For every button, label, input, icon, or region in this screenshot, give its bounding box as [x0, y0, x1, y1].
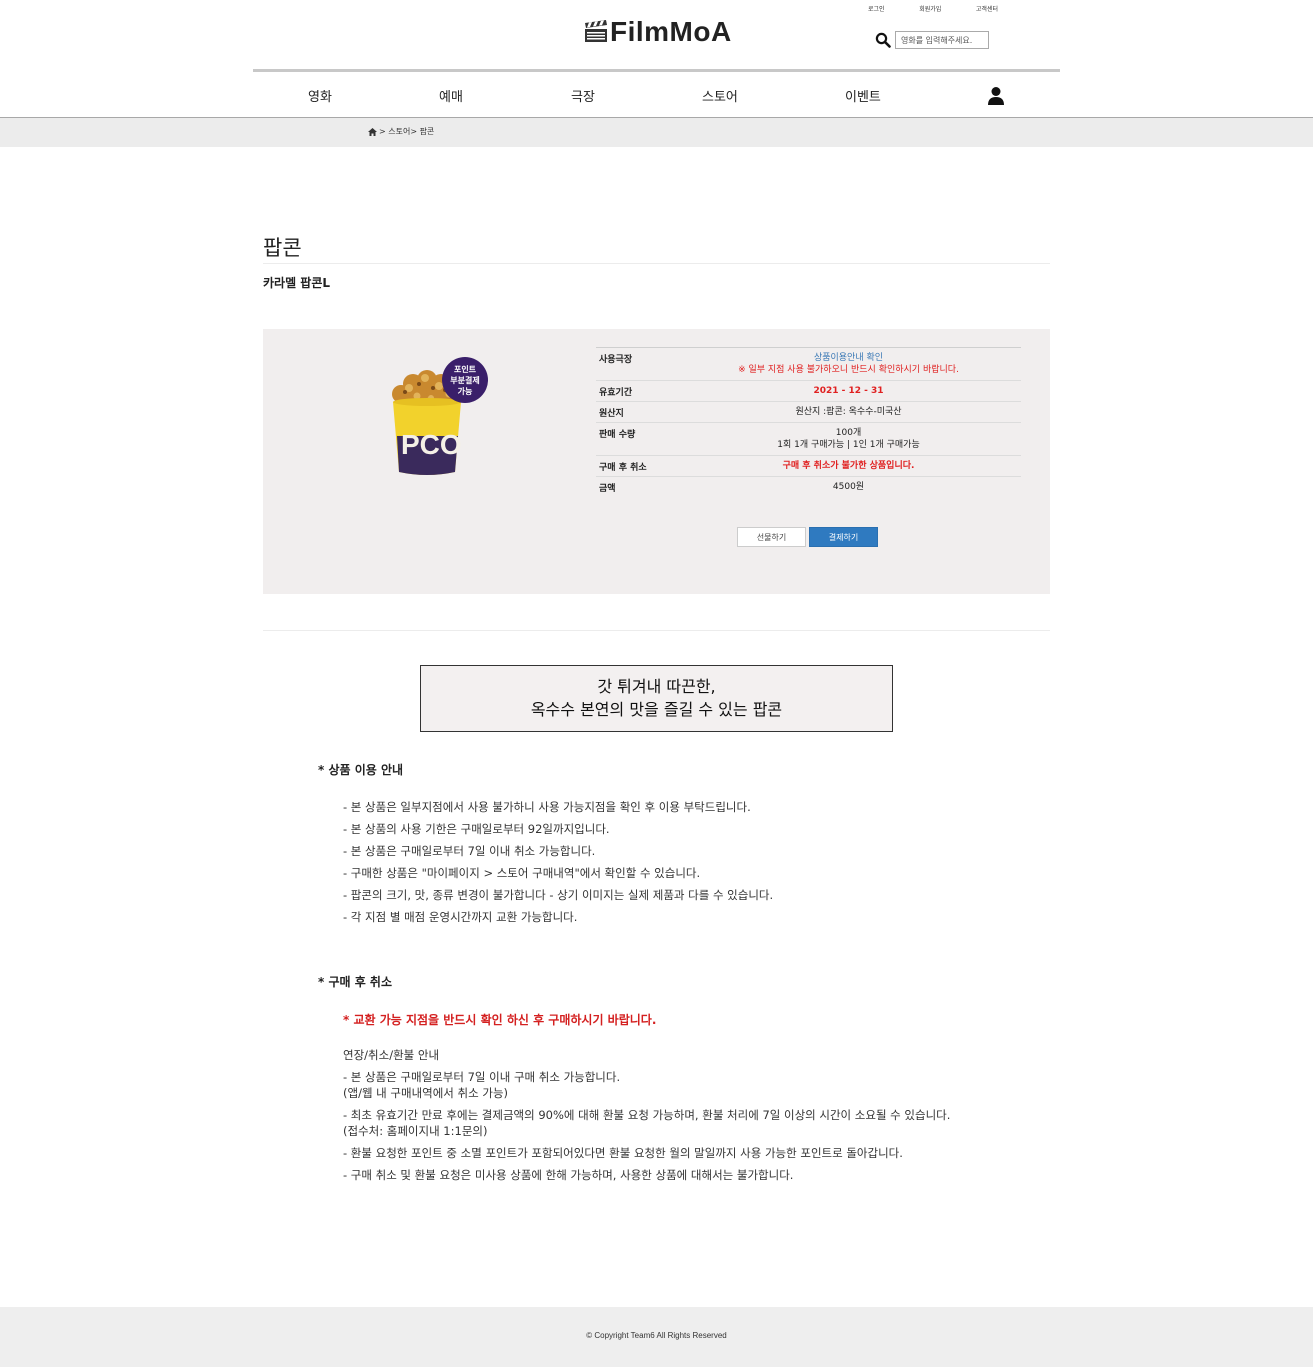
info-label: 판매 수량 — [599, 430, 636, 440]
home-icon[interactable] — [368, 127, 377, 136]
cancel-section-title: * 구매 후 취소 — [318, 975, 393, 989]
logo-text: FilmMoA — [610, 16, 732, 47]
list-item: - 본 상품의 사용 기한은 구매일로부터 92일까지입니다. — [343, 822, 610, 836]
copyright-text: © Copyright Team6 All Rights Reserved — [586, 1331, 727, 1340]
clapperboard-icon — [585, 20, 607, 42]
list-item: - 환불 요청한 포인트 중 소멸 포인트가 포함되어있다면 환불 요청한 월의… — [343, 1146, 903, 1160]
user-icon[interactable] — [986, 86, 1006, 106]
info-label: 구매 후 취소 — [599, 463, 647, 473]
info-row-origin: 원산지 원산지 :팝콘: 옥수수-미국산 — [596, 401, 1021, 422]
login-link[interactable]: 로그인 — [868, 4, 885, 13]
info-row-cancel: 구매 후 취소 구매 후 취소가 불가한 상품입니다. — [596, 455, 1021, 476]
header-divider — [253, 69, 1060, 72]
main-nav: 영화 예매 극장 스토어 이벤트 — [253, 86, 1060, 106]
list-item: - 구매 취소 및 환불 요청은 미사용 상품에 한해 가능하며, 사용한 상품… — [343, 1168, 794, 1182]
list-item: - 각 지점 별 매점 운영시간까지 교환 가능합니다. — [343, 910, 578, 924]
quantity-value: 100개 — [835, 428, 862, 438]
info-row-quantity: 판매 수량 100개 1회 1개 구매가능 | 1인 1개 구매가능 — [596, 422, 1021, 455]
title-divider — [263, 263, 1050, 264]
info-label: 금액 — [599, 484, 616, 494]
list-item: - 최초 유효기간 만료 후에는 결제금액의 90%에 대해 환불 요청 가능하… — [343, 1108, 951, 1122]
info-row-theater: 사용극장 상품이용안내 확인 ※ 일부 지점 사용 불가하오니 반드시 확인하시… — [596, 347, 1021, 380]
usage-guide-link[interactable]: 상품이용안내 확인 — [676, 352, 1021, 364]
svg-text:PCO: PCO — [401, 429, 462, 460]
usage-guide-list: - 본 상품은 일부지점에서 사용 불가하니 사용 가능지점을 확인 후 이용 … — [343, 796, 773, 928]
list-item: - 본 상품은 구매일로부터 7일 이내 취소 가능합니다. — [343, 844, 596, 858]
badge-line-3: 가능 — [458, 386, 473, 396]
breadcrumb: > 스토어> 팝콘 — [368, 126, 434, 137]
gift-button[interactable]: 선물하기 — [737, 527, 806, 547]
product-panel: PCO 포인트 부분결제 가능 사용극장 상품이용안내 확인 ※ 일부 지점 사… — [263, 329, 1050, 594]
cancel-warning: * 교환 가능 지점을 반드시 확인 하신 후 구매하시기 바랍니다. — [343, 1013, 657, 1027]
top-links: 로그인 회원가입 고객센터 — [868, 4, 998, 13]
footer: © Copyright Team6 All Rights Reserved — [0, 1307, 1313, 1367]
list-item: - 본 상품은 구매일로부터 7일 이내 구매 취소 가능합니다. — [343, 1070, 621, 1084]
badge-line-2: 부분결제 — [450, 375, 479, 385]
expiry-date: 2021 - 12 - 31 — [813, 386, 884, 396]
info-label: 사용극장 — [599, 355, 633, 365]
list-item-note: (접수처: 홈페이지내 1:1문의) — [343, 1124, 488, 1138]
badge-line-1: 포인트 — [454, 364, 477, 374]
slogan-line-1: 갓 튀겨내 따끈한, — [597, 677, 716, 696]
info-row-price: 금액 4500원 — [596, 476, 1021, 497]
nav-item-store[interactable]: 스토어 — [702, 86, 738, 105]
list-item: - 팝콘의 크기, 맛, 종류 변경이 불가합니다 - 상기 이미지는 실제 제… — [343, 888, 774, 902]
info-row-expiry: 유효기간 2021 - 12 - 31 — [596, 380, 1021, 401]
product-info-table: 사용극장 상품이용안내 확인 ※ 일부 지점 사용 불가하오니 반드시 확인하시… — [596, 347, 1021, 497]
search-bar — [875, 31, 989, 49]
slogan-line-2: 옥수수 본연의 맛을 즐길 수 있는 팝콘 — [530, 700, 783, 719]
list-item: - 본 상품은 일부지점에서 사용 불가하니 사용 가능지점을 확인 후 이용 … — [343, 800, 751, 814]
site-logo[interactable]: FilmMoA — [584, 16, 732, 48]
slogan-box: 갓 튀겨내 따끈한, 옥수수 본연의 맛을 즐길 수 있는 팝콘 — [420, 665, 893, 732]
info-label: 유효기간 — [599, 388, 633, 398]
refund-guide: 연장/취소/환불 안내 - 본 상품은 구매일로부터 7일 이내 구매 취소 가… — [343, 1047, 950, 1183]
breadcrumb-path: > 스토어> 팝콘 — [379, 127, 435, 136]
customer-center-link[interactable]: 고객센터 — [976, 4, 998, 13]
refund-heading: 연장/취소/환불 안내 — [343, 1048, 440, 1062]
nav-item-booking[interactable]: 예매 — [439, 86, 463, 105]
nav-item-theater[interactable]: 극장 — [571, 86, 595, 105]
signup-link[interactable]: 회원가입 — [919, 4, 941, 13]
theater-warning: ※ 일부 지점 사용 불가하오니 반드시 확인하시기 바랍니다. — [738, 365, 959, 375]
search-input[interactable] — [895, 31, 989, 49]
info-label: 원산지 — [599, 409, 624, 419]
search-icon[interactable] — [875, 32, 891, 48]
list-item: - 구매한 상품은 "마이페이지 > 스토어 구매내역"에서 확인할 수 있습니… — [343, 866, 701, 880]
page-title: 팝콘 — [263, 236, 302, 260]
section-divider — [263, 630, 1050, 631]
usage-guide-title: * 상품 이용 안내 — [318, 763, 404, 777]
product-name: 카라멜 팝콘L — [263, 276, 331, 290]
quantity-limit: 1회 1개 구매가능 | 1인 1개 구매가능 — [777, 440, 920, 450]
list-item-note: (앱/웹 내 구매내역에서 취소 가능) — [343, 1086, 509, 1100]
popcorn-product-image: PCO 포인트 부분결제 가능 — [392, 357, 488, 475]
breadcrumb-bar: > 스토어> 팝콘 — [0, 117, 1313, 147]
cancel-policy: 구매 후 취소가 불가한 상품입니다. — [782, 461, 915, 471]
origin-value: 원산지 :팝콘: 옥수수-미국산 — [795, 407, 902, 417]
nav-item-movie[interactable]: 영화 — [308, 86, 332, 105]
price-value: 4500원 — [832, 482, 865, 492]
nav-item-event[interactable]: 이벤트 — [845, 86, 881, 105]
pay-button[interactable]: 결제하기 — [809, 527, 878, 547]
